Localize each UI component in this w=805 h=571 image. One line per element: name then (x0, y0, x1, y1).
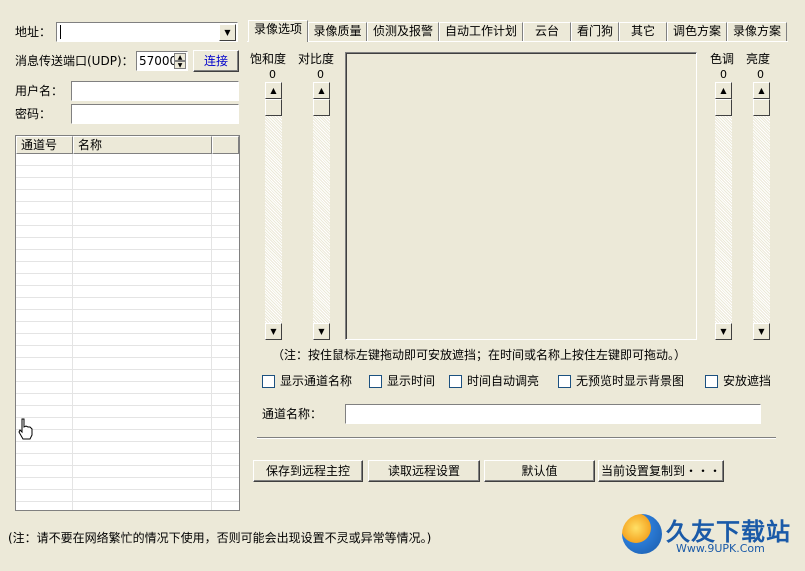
saturation-slider[interactable]: ▲ ▼ (265, 82, 282, 340)
watermark-url: Www.9UPK.Com (676, 542, 765, 555)
checkbox-show-channel-name[interactable] (262, 375, 275, 388)
channel-list-header: 通道号 名称 (16, 136, 239, 154)
column-channel-name[interactable]: 名称 (73, 136, 212, 154)
hand-cursor-icon (18, 418, 33, 440)
video-preview-area[interactable] (345, 52, 697, 340)
username-label: 用户名： (15, 84, 64, 98)
checkbox-time-auto-brighten[interactable] (449, 375, 462, 388)
password-input[interactable] (71, 104, 239, 124)
chevron-down-icon[interactable]: ▼ (219, 24, 236, 41)
connect-button[interactable]: 连接 (193, 50, 239, 72)
slider-thumb[interactable] (753, 99, 770, 116)
drag-hint-note: （注：按住鼠标左键拖动即可安放遮挡；在时间或名称上按住左键即可拖动。） (272, 348, 687, 362)
channel-list-rows[interactable] (16, 154, 239, 510)
tab-record-scheme[interactable]: 录像方案 (727, 22, 787, 41)
checkbox-time-auto-brighten-label: 时间自动调亮 (467, 374, 540, 388)
spin-up-icon[interactable]: ▲ (174, 53, 186, 61)
scroll-up-icon[interactable]: ▲ (715, 82, 732, 99)
checkbox-show-channel-name-label: 显示通道名称 (280, 374, 353, 388)
brightness-value: 0 (757, 68, 764, 81)
save-to-remote-button[interactable]: 保存到远程主控 (253, 460, 363, 482)
watermark-logo-icon (622, 514, 662, 554)
tab-auto-schedule[interactable]: 自动工作计划 (439, 22, 523, 41)
scroll-down-icon[interactable]: ▼ (313, 323, 330, 340)
checkbox-place-mask-label: 安放遮挡 (723, 374, 772, 388)
address-label: 地址： (15, 25, 52, 39)
checkbox-show-background-label: 无预览时显示背景图 (576, 374, 685, 388)
default-button[interactable]: 默认值 (484, 460, 595, 482)
scroll-down-icon[interactable]: ▼ (715, 323, 732, 340)
checkbox-show-time[interactable] (369, 375, 382, 388)
text-caret (60, 25, 61, 39)
brightness-slider[interactable]: ▲ ▼ (753, 82, 770, 340)
column-filler (212, 136, 239, 154)
channel-name-label: 通道名称： (262, 407, 323, 421)
column-channel-number[interactable]: 通道号 (16, 136, 73, 154)
channel-name-input[interactable] (345, 404, 761, 424)
port-value: 57000 (139, 54, 178, 68)
slider-thumb[interactable] (313, 99, 330, 116)
scroll-down-icon[interactable]: ▼ (753, 323, 770, 340)
spin-down-icon[interactable]: ▼ (174, 61, 186, 69)
separator (257, 437, 776, 439)
hue-slider[interactable]: ▲ ▼ (715, 82, 732, 340)
tab-record-quality[interactable]: 录像质量 (308, 22, 367, 41)
tab-color-scheme[interactable]: 调色方案 (667, 22, 727, 41)
tab-other[interactable]: 其它 (619, 22, 667, 41)
tab-ptz[interactable]: 云台 (523, 22, 571, 41)
hue-value: 0 (720, 68, 727, 81)
read-remote-button[interactable]: 读取远程设置 (368, 460, 480, 482)
contrast-slider[interactable]: ▲ ▼ (313, 82, 330, 340)
username-input[interactable] (71, 81, 239, 101)
checkbox-show-time-label: 显示时间 (387, 374, 436, 388)
checkbox-show-background[interactable] (558, 375, 571, 388)
tab-detection-alarm[interactable]: 侦测及报警 (367, 22, 439, 41)
scroll-up-icon[interactable]: ▲ (313, 82, 330, 99)
slider-thumb[interactable] (265, 99, 282, 116)
password-label: 密码： (15, 107, 52, 121)
tab-record-options[interactable]: 录像选项 (248, 20, 308, 42)
scroll-down-icon[interactable]: ▼ (265, 323, 282, 340)
hue-label: 色调 (710, 52, 735, 66)
contrast-value: 0 (317, 68, 324, 81)
tab-watchdog[interactable]: 看门狗 (571, 22, 619, 41)
copy-settings-button[interactable]: 当前设置复制到・・・ (598, 460, 724, 482)
port-spinner[interactable]: 57000 ▲ ▼ (136, 51, 188, 71)
slider-thumb[interactable] (715, 99, 732, 116)
brightness-label: 亮度 (746, 52, 771, 66)
scroll-up-icon[interactable]: ▲ (265, 82, 282, 99)
scroll-up-icon[interactable]: ▲ (753, 82, 770, 99)
footer-note: (注：请不要在网络繁忙的情况下使用，否则可能会出现设置不灵或异常等情况。) (8, 531, 432, 545)
saturation-label: 饱和度 (250, 52, 287, 66)
contrast-label: 对比度 (298, 52, 335, 66)
channel-list[interactable]: 通道号 名称 (15, 135, 240, 511)
address-combobox[interactable]: ▼ (56, 22, 238, 42)
port-label: 消息传送端口(UDP)： (15, 54, 134, 68)
saturation-value: 0 (269, 68, 276, 81)
checkbox-place-mask[interactable] (705, 375, 718, 388)
